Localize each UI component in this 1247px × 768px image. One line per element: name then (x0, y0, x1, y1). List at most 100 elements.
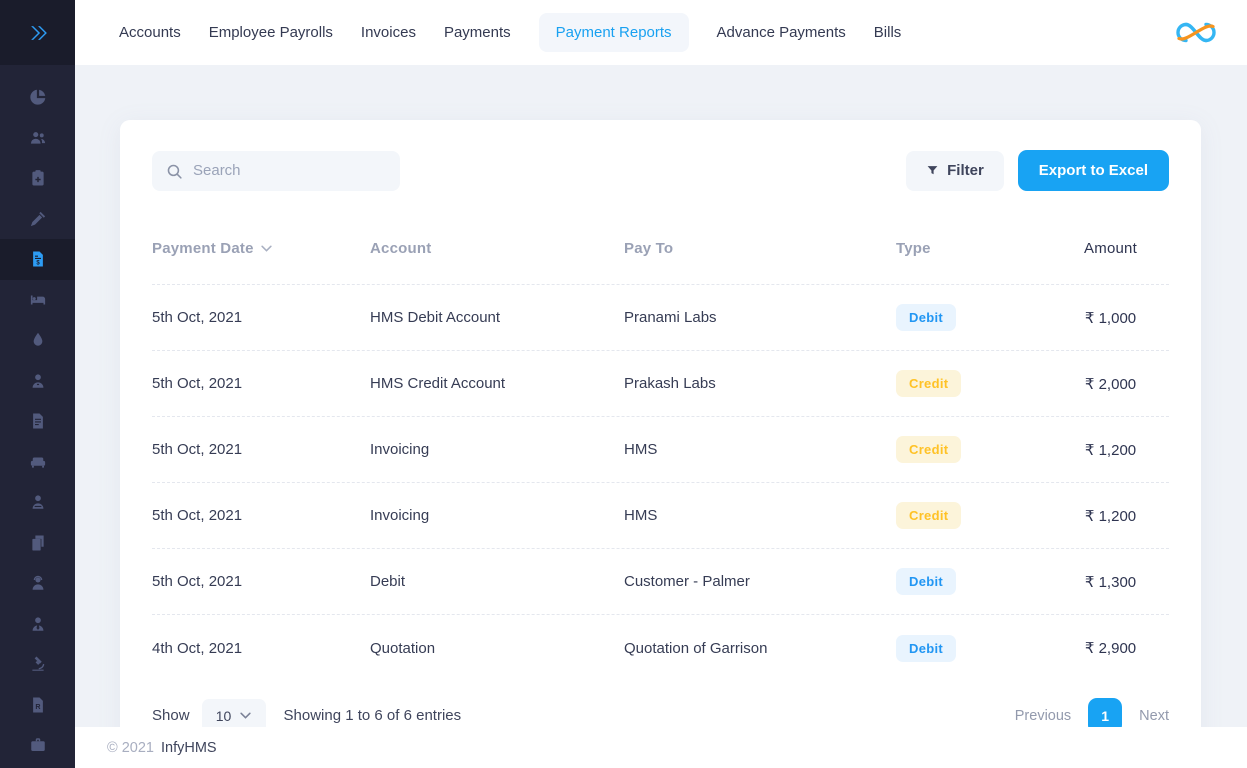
table-row: 5th Oct, 2021 Debit Customer - Palmer De… (152, 549, 1169, 615)
type-cell: Debit (896, 304, 1052, 331)
tab-bills[interactable]: Bills (874, 13, 902, 52)
medical-clipboard-icon (29, 169, 47, 187)
column-header-payment-date[interactable]: Payment Date (152, 240, 370, 257)
pay-to-cell: HMS (624, 507, 896, 524)
svg-text:R: R (35, 703, 40, 711)
patient-icon (29, 493, 47, 511)
sidebar-item-prescriptions[interactable]: R (0, 685, 75, 726)
sidebar-item-billing[interactable]: $ (0, 239, 75, 280)
microscope-icon (29, 655, 47, 673)
pay-to-cell: Quotation of Garrison (624, 640, 896, 657)
briefcase-icon (29, 736, 47, 754)
sidebar-item-nurses[interactable] (0, 361, 75, 402)
double-chevron-right-icon (27, 22, 49, 44)
nurse-icon (29, 372, 47, 390)
sidebar-toggle-button[interactable] (0, 0, 75, 65)
search-field-wrapper (152, 151, 400, 191)
sidebar-item-documents[interactable] (0, 401, 75, 442)
pay-to-cell: Pranami Labs (624, 309, 896, 326)
amount-cell: ₹ 1,000 (1052, 309, 1169, 327)
table-toolbar: Filter Export to Excel (152, 150, 1169, 191)
search-icon (166, 163, 183, 180)
type-badge: Debit (896, 304, 956, 331)
chevron-down-icon (240, 712, 251, 719)
infinity-logo-icon (1175, 19, 1217, 46)
amount-cell: ₹ 2,900 (1052, 639, 1169, 657)
payment-reports-card: Filter Export to Excel Payment Date Acco… (120, 120, 1201, 767)
table-row: 5th Oct, 2021 Invoicing HMS Credit ₹ 1,2… (152, 417, 1169, 483)
sidebar-item-records[interactable] (0, 523, 75, 564)
payment-date-cell: 4th Oct, 2021 (152, 640, 370, 657)
payment-date-cell: 5th Oct, 2021 (152, 573, 370, 590)
sidebar-item-appointments[interactable] (0, 158, 75, 199)
tab-payments[interactable]: Payments (444, 13, 511, 52)
table-row: 5th Oct, 2021 HMS Debit Account Pranami … (152, 285, 1169, 351)
filter-button[interactable]: Filter (906, 151, 1004, 191)
staff-icon (29, 615, 47, 633)
sidebar-item-services[interactable] (0, 442, 75, 483)
type-badge: Debit (896, 568, 956, 595)
sidebar-item-bed-management[interactable] (0, 280, 75, 321)
payment-date-cell: 5th Oct, 2021 (152, 441, 370, 458)
export-to-excel-button[interactable]: Export to Excel (1018, 150, 1169, 191)
tab-invoices[interactable]: Invoices (361, 13, 416, 52)
entries-summary: Showing 1 to 6 of 6 entries (284, 707, 462, 724)
billing-document-icon: $ (29, 250, 47, 268)
type-badge: Credit (896, 502, 961, 529)
page-size-value: 10 (216, 708, 232, 724)
type-cell: Credit (896, 436, 1052, 463)
account-cell: Quotation (370, 640, 624, 657)
payment-date-cell: 5th Oct, 2021 (152, 507, 370, 524)
toolbar-actions: Filter Export to Excel (906, 150, 1169, 191)
column-header-account: Account (370, 240, 624, 257)
sidebar-item-patient-cases[interactable] (0, 482, 75, 523)
sidebar-item-reception[interactable] (0, 563, 75, 604)
type-cell: Credit (896, 370, 1052, 397)
sidebar-item-staff[interactable] (0, 604, 75, 645)
brand-logo[interactable] (1175, 19, 1217, 46)
page-footer: © 2021 InfyHMS (75, 727, 1247, 768)
tab-advance-payments[interactable]: Advance Payments (717, 13, 846, 52)
documents-icon (29, 534, 47, 552)
table-header-row: Payment Date Account Pay To Type Amount (152, 240, 1169, 285)
sidebar-item-laboratory[interactable] (0, 644, 75, 685)
prescription-file-icon: R (29, 696, 47, 714)
type-cell: Debit (896, 635, 1052, 662)
sidebar-item-dashboard[interactable] (0, 77, 75, 118)
type-badge: Credit (896, 370, 961, 397)
amount-cell: ₹ 1,200 (1052, 441, 1169, 459)
previous-page-button[interactable]: Previous (1015, 708, 1071, 724)
column-header-type: Type (896, 240, 1052, 257)
table-row: 5th Oct, 2021 HMS Credit Account Prakash… (152, 351, 1169, 417)
top-header: Accounts Employee Payrolls Invoices Paym… (75, 0, 1247, 65)
users-icon (29, 129, 47, 147)
column-header-amount: Amount (1052, 240, 1169, 257)
account-cell: HMS Debit Account (370, 309, 624, 326)
funnel-icon (926, 164, 939, 177)
pie-chart-icon (29, 88, 47, 106)
table-row: 5th Oct, 2021 Invoicing HMS Credit ₹ 1,2… (152, 483, 1169, 549)
next-page-button[interactable]: Next (1139, 708, 1169, 724)
sidebar: $ R (0, 0, 75, 768)
column-header-label: Payment Date (152, 240, 254, 257)
account-cell: Debit (370, 573, 624, 590)
tab-employee-payrolls[interactable]: Employee Payrolls (209, 13, 333, 52)
sidebar-item-vaccinations[interactable] (0, 199, 75, 240)
search-input[interactable] (152, 151, 400, 191)
account-cell: Invoicing (370, 507, 624, 524)
receptionist-icon (29, 574, 47, 592)
sidebar-menu: $ R (0, 65, 75, 766)
column-header-pay-to: Pay To (624, 240, 896, 257)
bed-icon (29, 291, 47, 309)
amount-cell: ₹ 1,200 (1052, 507, 1169, 525)
tab-accounts[interactable]: Accounts (119, 13, 181, 52)
sidebar-item-inventory[interactable] (0, 725, 75, 766)
syringe-icon (29, 210, 47, 228)
sidebar-item-blood-bank[interactable] (0, 320, 75, 361)
tab-payment-reports[interactable]: Payment Reports (539, 13, 689, 52)
sidebar-item-patients[interactable] (0, 118, 75, 159)
chevron-down-icon (261, 245, 272, 252)
payments-table: Payment Date Account Pay To Type Amount … (152, 240, 1169, 681)
sofa-icon (29, 453, 47, 471)
table-row: 4th Oct, 2021 Quotation Quotation of Gar… (152, 615, 1169, 681)
